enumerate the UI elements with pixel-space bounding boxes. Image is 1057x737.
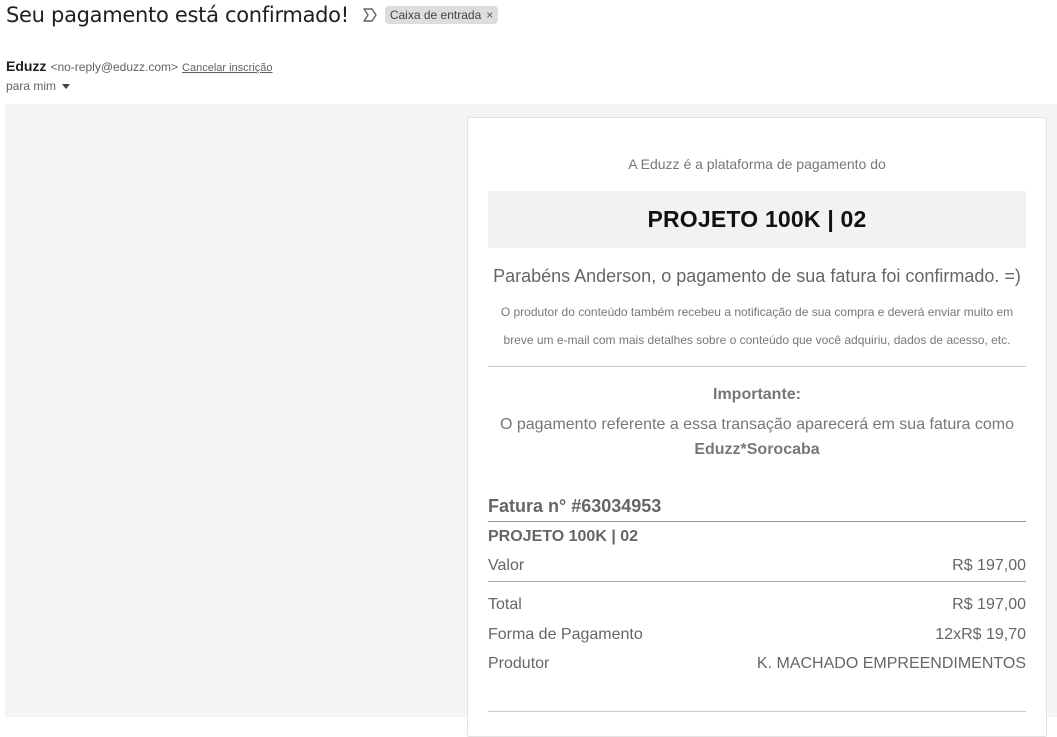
product-banner: PROJETO 100K | 02 — [488, 191, 1026, 248]
invoice-row-label: Forma de Pagamento — [488, 626, 643, 643]
congrats-text: Parabéns Anderson, o pagamento de sua fa… — [493, 266, 1021, 286]
divider — [488, 521, 1026, 522]
label-chip-inbox: Caixa de entrada × — [384, 6, 499, 24]
invoice-row-label: Total — [488, 596, 522, 613]
label-chip-text: Caixa de entrada — [389, 8, 482, 22]
unsubscribe-link[interactable]: Cancelar inscrição — [182, 62, 272, 74]
sender-row: Eduzz <no-reply@eduzz.com> Cancelar insc… — [6, 58, 273, 74]
invoice-title: Fatura n° #63034953 — [488, 496, 662, 516]
invoice-row-total: Total R$ 197,00 — [488, 596, 1026, 614]
invoice-row-payment-method: Forma de Pagamento 12xR$ 19,70 — [488, 626, 1026, 644]
statement-name: Eduzz*Sorocaba — [694, 441, 820, 458]
important-description: O pagamento referente a essa transação a… — [499, 416, 1015, 433]
remove-label-icon[interactable]: × — [486, 8, 493, 22]
important-text: O pagamento referente a essa transação a… — [488, 412, 1026, 462]
invoice-row-label: Produtor — [488, 655, 550, 672]
invoice-row-label: Valor — [488, 557, 525, 574]
divider — [488, 581, 1026, 582]
invoice-product: PROJETO 100K | 02 — [488, 528, 639, 545]
invoice-row-value: K. MACHADO EMPREENDIMENTOS — [756, 655, 1026, 672]
invoice-row-valor: Valor R$ 197,00 — [488, 557, 1026, 575]
invoice-row-value: R$ 197,00 — [952, 557, 1026, 574]
divider — [488, 366, 1026, 367]
message-card: A Eduzz é a plataforma de pagamento do P… — [467, 117, 1047, 737]
notice-line: breve um e-mail com mais detalhes sobre … — [503, 333, 1011, 347]
invoice-row-value: 12xR$ 19,70 — [935, 626, 1026, 643]
recipient-label: para mim — [6, 79, 57, 93]
divider — [488, 711, 1026, 712]
notice-line: O produtor do conteúdo também recebeu a … — [500, 305, 1014, 319]
sender-name: Eduzz — [6, 58, 47, 74]
invoice-row-value: R$ 197,00 — [952, 596, 1026, 613]
sender-email: <no-reply@eduzz.com> — [50, 60, 179, 74]
email-subject-row: Seu pagamento está confirmado! Caixa de … — [6, 2, 499, 28]
notice-text: O produtor do conteúdo também recebeu a … — [488, 298, 1026, 354]
product-name: PROJETO 100K | 02 — [647, 206, 867, 232]
recipient-details-toggle[interactable]: para mim — [6, 79, 71, 93]
invoice-row-producer: Produtor K. MACHADO EMPREENDIMENTOS — [488, 655, 1026, 673]
email-subject: Seu pagamento está confirmado! — [6, 3, 349, 27]
chevron-down-icon[interactable] — [62, 83, 71, 89]
importance-marker-icon[interactable] — [361, 6, 379, 24]
intro-text: A Eduzz é a plataforma de pagamento do — [628, 156, 886, 172]
email-body: A Eduzz é a plataforma de pagamento do P… — [5, 104, 1057, 737]
important-title: Importante: — [713, 386, 801, 403]
